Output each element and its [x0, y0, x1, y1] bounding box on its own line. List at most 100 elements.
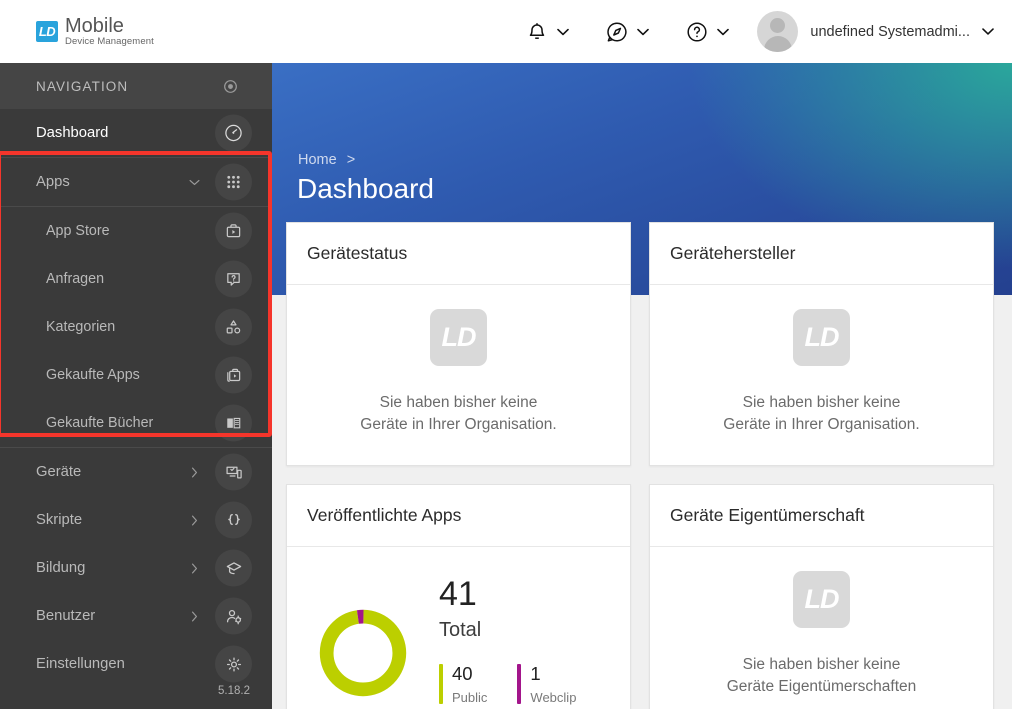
empty-state-text: Sie haben bisher keine Geräte in Ihrer O…	[723, 392, 919, 437]
sidebar-item-bildung[interactable]: Bildung	[0, 544, 272, 592]
donut-total-label: Total	[439, 618, 482, 641]
ld-placeholder-icon: LD	[793, 309, 850, 366]
legend-label-public: Public	[452, 689, 488, 705]
chat-compass-icon	[605, 20, 629, 44]
avatar	[757, 11, 799, 52]
card-device-status: Gerätestatus LD Sie haben bisher keine G…	[286, 222, 631, 466]
sidebar-version-label: 5.18.2	[218, 685, 250, 697]
card-body: 41 Total 40 Public 1 Webclip	[287, 547, 630, 709]
sidebar-item-label: Bildung	[36, 560, 86, 576]
help-button[interactable]	[667, 0, 747, 63]
user-settings-icon	[215, 597, 252, 635]
card-title: Gerätehersteller	[670, 243, 796, 263]
sidebar-item-geraete[interactable]: Geräte	[0, 448, 272, 496]
sidebar-item-skripte[interactable]: Skripte	[0, 496, 272, 544]
grid-apps-icon	[215, 163, 252, 201]
chevron-down-icon	[188, 176, 200, 188]
chevron-down-icon	[557, 26, 570, 38]
empty-state: LD Sie haben bisher keine Geräte Eigentü…	[670, 570, 973, 699]
empty-state-line1: Sie haben bisher keine	[742, 655, 901, 673]
question-circle-icon	[685, 20, 709, 44]
user-name-label: undefined Systemadmi...	[810, 23, 970, 40]
empty-state: LD Sie haben bisher keine Geräte in Ihre…	[307, 309, 610, 437]
breadcrumb-home-link[interactable]: Home	[298, 152, 337, 168]
target-icon[interactable]	[222, 78, 238, 94]
donut-total-value: 41	[439, 574, 477, 613]
empty-state-text: Sie haben bisher keine Geräte in Ihrer O…	[360, 392, 556, 437]
page-title: Dashboard	[297, 173, 434, 204]
legend-item-webclip: 1 Webclip	[517, 664, 576, 705]
categories-icon	[215, 308, 252, 346]
card-header: Gerätestatus	[287, 223, 630, 285]
app-root: LD Mobile Device Management undefined Sy…	[0, 0, 1012, 709]
sidebar-item-label: Apps	[36, 174, 70, 190]
empty-state-line1: Sie haben bisher keine	[742, 394, 901, 411]
card-header: Gerätehersteller	[650, 223, 993, 285]
empty-state-line2: Geräte in Ihrer Organisation.	[723, 416, 920, 434]
brand-subtitle: Device Management	[65, 36, 154, 48]
donut-segment-public	[319, 609, 407, 697]
legend-swatch-public	[439, 663, 443, 704]
sidebar: NAVIGATION Dashboard Apps App Store Anfr…	[0, 63, 272, 709]
card-published-apps: Veröffentlichte Apps 41 Total 40 Public …	[286, 483, 631, 709]
sidebar-item-apps[interactable]: Apps	[0, 158, 272, 206]
card-body: LD Sie haben bisher keine Geräte in Ihre…	[287, 285, 630, 465]
sidebar-header-label: NAVIGATION	[36, 78, 129, 94]
card-title: Geräte Eigentümerschaft	[670, 504, 865, 525]
sidebar-header: NAVIGATION	[0, 63, 272, 109]
sidebar-item-label: Einstellungen	[36, 656, 125, 672]
sidebar-item-label: Anfragen	[46, 271, 105, 287]
sidebar-item-label: App Store	[46, 223, 110, 239]
donut-summary: 41 Total 40 Public 1 Webclip	[439, 577, 576, 705]
sidebar-item-gekaufte-buecher[interactable]: Gekaufte Bücher	[0, 399, 272, 447]
legend-value-public: 40	[452, 662, 473, 684]
user-menu-button[interactable]: undefined Systemadmi...	[747, 0, 1012, 63]
sidebar-item-gekaufte-apps[interactable]: Gekaufte Apps	[0, 351, 272, 399]
empty-state-line1: Sie haben bisher keine	[379, 394, 538, 411]
empty-state: LD Sie haben bisher keine Geräte in Ihre…	[670, 309, 973, 437]
sidebar-item-label: Geräte	[36, 464, 82, 480]
card-title: Veröffentlichte Apps	[307, 504, 462, 525]
sidebar-item-app-store[interactable]: App Store	[0, 207, 272, 255]
speedometer-icon	[215, 114, 252, 152]
card-title: Gerätestatus	[307, 243, 408, 263]
sidebar-item-label: Gekaufte Bücher	[46, 415, 154, 431]
sidebar-item-kategorien[interactable]: Kategorien	[0, 303, 272, 351]
braces-code-icon	[215, 501, 252, 539]
top-bar: LD Mobile Device Management undefined Sy…	[0, 0, 1012, 63]
card-body: LD Sie haben bisher keine Geräte Eigentü…	[650, 547, 993, 709]
sidebar-item-einstellungen[interactable]: Einstellungen	[0, 640, 272, 688]
sidebar-item-dashboard[interactable]: Dashboard	[0, 109, 272, 157]
chevron-right-icon	[188, 466, 200, 478]
legend-value-webclip: 1	[530, 662, 541, 684]
legend-label-webclip: Webclip	[530, 689, 577, 705]
chevron-right-icon	[188, 562, 200, 574]
sidebar-item-label: Gekaufte Apps	[46, 367, 140, 383]
sidebar-item-benutzer[interactable]: Benutzer	[0, 592, 272, 640]
chevron-right-icon	[188, 514, 200, 526]
messages-button[interactable]	[587, 0, 667, 63]
chevron-down-icon	[717, 26, 730, 38]
top-bar-actions: undefined Systemadmi...	[507, 0, 1012, 63]
card-body: LD Sie haben bisher keine Geräte in Ihre…	[650, 285, 993, 465]
sidebar-item-label: Skripte	[36, 512, 83, 528]
chart-legend: 40 Public 1 Webclip	[439, 664, 576, 705]
brand-logo[interactable]: LD Mobile Device Management	[36, 16, 154, 47]
request-question-icon	[215, 260, 252, 298]
brand-badge-icon: LD	[36, 21, 58, 42]
sidebar-item-label: Kategorien	[46, 319, 116, 335]
dashboard-card-grid: Gerätestatus LD Sie haben bisher keine G…	[286, 222, 1012, 709]
gear-icon	[215, 645, 252, 683]
purchased-apps-icon	[215, 356, 252, 394]
graduation-cap-icon	[215, 549, 252, 587]
notifications-button[interactable]	[507, 0, 587, 63]
sidebar-item-label: Benutzer	[36, 608, 96, 624]
legend-item-public: 40 Public	[439, 664, 487, 705]
devices-icon	[215, 453, 252, 491]
empty-state-line2: Geräte Eigentümerschaften	[726, 678, 917, 696]
sidebar-item-label: Dashboard	[36, 125, 109, 141]
breadcrumb-separator: >	[346, 152, 356, 168]
empty-state-line2: Geräte in Ihrer Organisation.	[360, 416, 557, 434]
ld-placeholder-icon: LD	[430, 309, 487, 366]
sidebar-item-anfragen[interactable]: Anfragen	[0, 255, 272, 303]
